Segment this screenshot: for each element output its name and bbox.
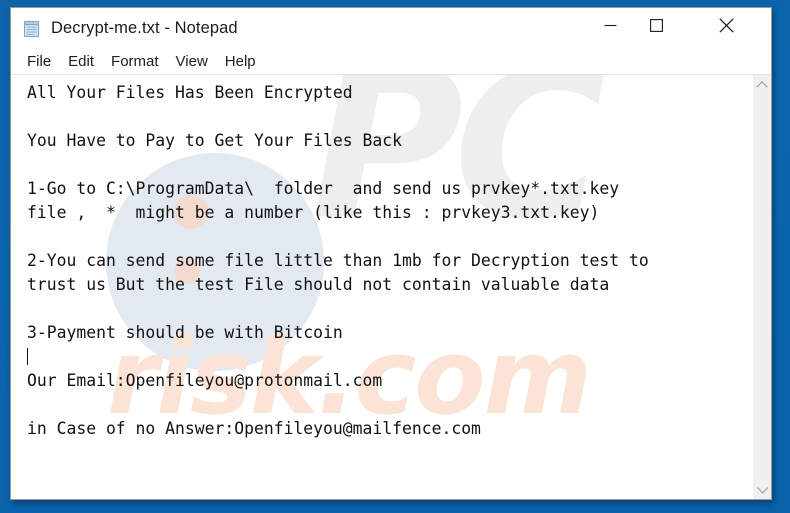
vertical-scrollbar[interactable] — [752, 75, 771, 499]
scroll-up-button[interactable] — [753, 75, 771, 93]
title-bar[interactable]: Decrypt-me.txt - Notepad — [11, 8, 771, 49]
menu-item-format[interactable]: Format — [109, 52, 161, 71]
menu-item-edit[interactable]: Edit — [66, 52, 96, 71]
ransom-note-body-tail: Our Email:Openfileyou@protonmail.com in … — [27, 371, 481, 438]
menu-item-file[interactable]: File — [25, 52, 53, 71]
maximize-icon — [649, 18, 663, 32]
menu-bar: File Edit Format View Help — [11, 49, 771, 75]
text-editor-area[interactable]: PC risk.com All Your Files Has Been Encr… — [11, 75, 771, 499]
ransom-note-text[interactable]: All Your Files Has Been Encrypted You Ha… — [27, 81, 731, 441]
notepad-window: Decrypt-me.txt - Notepad File Edit Forma… — [10, 7, 772, 500]
close-button[interactable] — [703, 8, 749, 42]
close-icon — [718, 17, 734, 33]
text-caret — [27, 348, 28, 365]
menu-item-view[interactable]: View — [174, 52, 210, 71]
window-title: Decrypt-me.txt - Notepad — [51, 19, 238, 37]
minimize-icon — [604, 24, 616, 26]
notepad-icon — [22, 19, 42, 39]
scroll-down-button[interactable] — [753, 481, 771, 499]
minimize-button[interactable] — [587, 8, 633, 42]
chevron-down-icon — [757, 482, 769, 494]
chevron-up-icon — [756, 81, 768, 93]
menu-item-help[interactable]: Help — [223, 52, 258, 71]
maximize-button[interactable] — [633, 8, 679, 42]
ransom-note-body: All Your Files Has Been Encrypted You Ha… — [27, 83, 649, 342]
